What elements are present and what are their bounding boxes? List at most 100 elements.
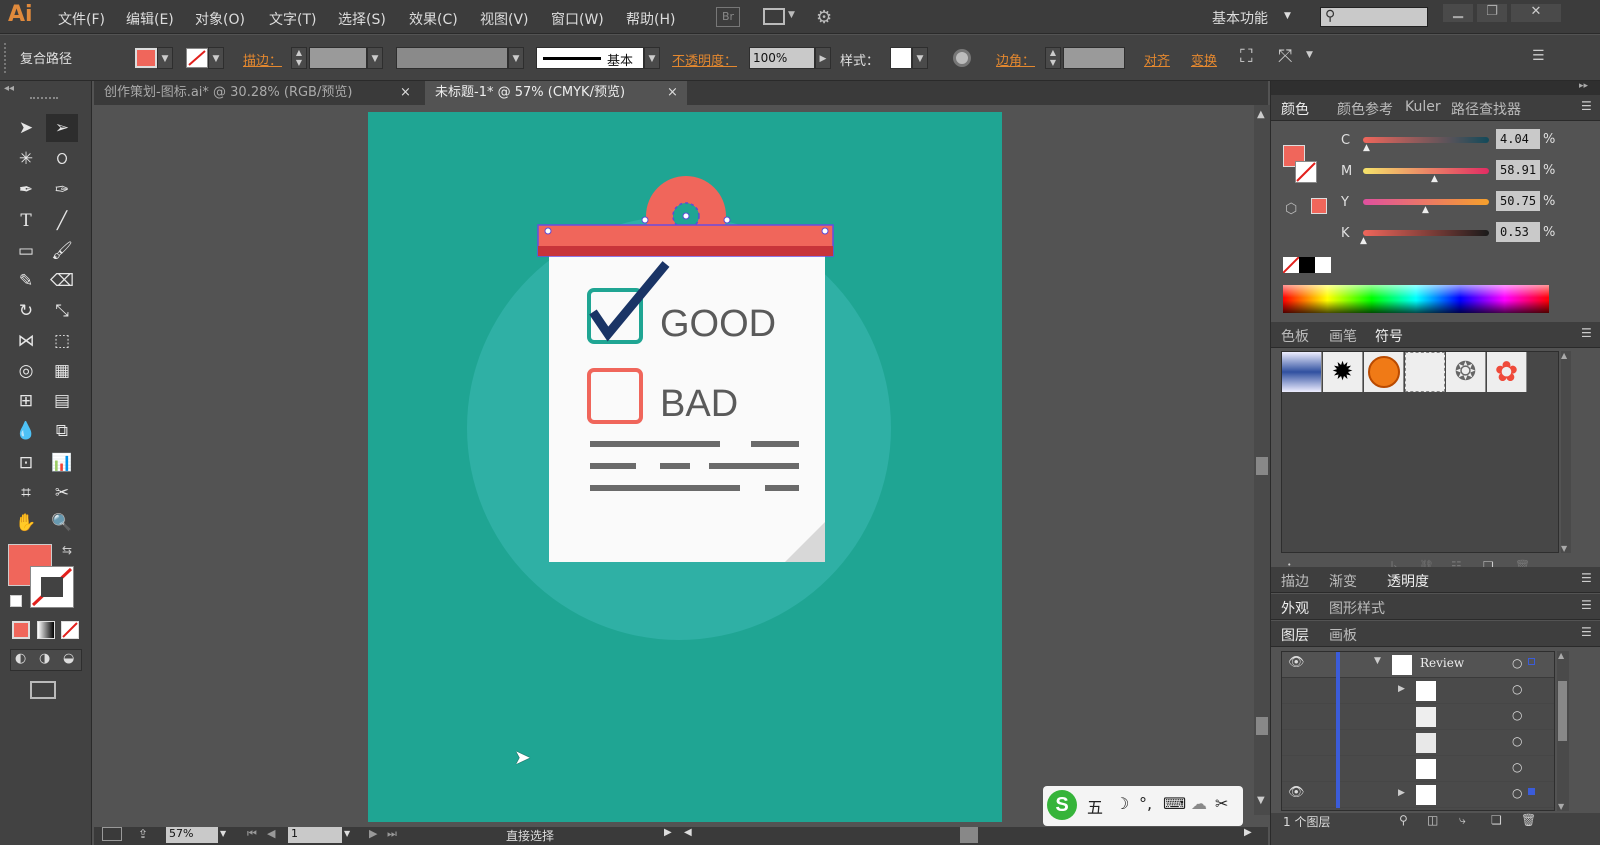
- expand-triangle-icon[interactable]: ▶: [1398, 684, 1405, 694]
- draw-normal-icon[interactable]: ◐: [15, 651, 26, 666]
- zoom-input[interactable]: 57%: [166, 827, 218, 843]
- tab-appearance[interactable]: 外观: [1281, 598, 1309, 618]
- tab-pathfinder[interactable]: 路径查找器: [1451, 99, 1521, 119]
- stroke-weight-input[interactable]: [309, 47, 367, 69]
- rotate-tool-icon[interactable]: ↻: [10, 297, 42, 325]
- eraser-tool-icon[interactable]: ⌫: [46, 267, 78, 295]
- target-circle-icon[interactable]: ○: [1512, 760, 1522, 774]
- symbol-ring[interactable]: ❂: [1446, 352, 1486, 392]
- slider-handle[interactable]: ▲: [1363, 143, 1370, 153]
- menu-select[interactable]: 选择(S): [338, 9, 386, 29]
- mesh-tool-icon[interactable]: ⊞: [10, 387, 42, 415]
- perspective-grid-tool-icon[interactable]: ▦: [46, 357, 78, 385]
- stroke-label[interactable]: 描边：: [243, 50, 282, 69]
- stroke-dropdown[interactable]: ▼: [208, 47, 224, 69]
- target-circle-icon[interactable]: ○: [1512, 708, 1522, 722]
- page-input[interactable]: 1: [288, 827, 342, 843]
- artwork-illustration[interactable]: GOOD BAD: [368, 112, 1002, 822]
- scroll-left-icon[interactable]: ◀: [684, 827, 692, 838]
- sublayer-row[interactable]: 👁 ▶ ○: [1282, 782, 1554, 808]
- scroll-right-icon[interactable]: ▶: [1244, 827, 1252, 838]
- workspace-switcher[interactable]: 基本功能: [1212, 8, 1268, 28]
- target-circle-icon[interactable]: ○: [1512, 734, 1522, 748]
- zoom-tool-icon[interactable]: 🔍: [46, 509, 78, 537]
- collapse-dock-icon[interactable]: ▸▸: [1579, 81, 1588, 91]
- visibility-eye-icon[interactable]: 👁: [1288, 655, 1305, 670]
- scroll-thumb-2[interactable]: [1256, 717, 1268, 735]
- channel-k-slider[interactable]: [1363, 230, 1489, 236]
- black-swatch[interactable]: [1299, 257, 1315, 273]
- curvature-tool-icon[interactable]: ✑: [46, 176, 78, 204]
- tab-layers[interactable]: 图层: [1281, 625, 1309, 645]
- bridge-button[interactable]: Br: [716, 7, 740, 27]
- slider-handle[interactable]: ▲: [1360, 236, 1367, 246]
- channel-k-value[interactable]: 0.53: [1496, 222, 1540, 242]
- punctuation-icon[interactable]: °,: [1139, 794, 1152, 813]
- magic-wand-tool-icon[interactable]: ✳: [10, 145, 42, 173]
- locate-object-icon[interactable]: ⚲: [1399, 813, 1408, 827]
- grip-handle[interactable]: [30, 97, 58, 101]
- pen-tool-icon[interactable]: ✒: [10, 176, 42, 204]
- align-link[interactable]: 对齐: [1144, 50, 1170, 69]
- type-tool-icon[interactable]: T: [10, 207, 42, 235]
- line-tool-icon[interactable]: ╱: [46, 207, 78, 235]
- panel-menu-icon[interactable]: ☰: [1581, 99, 1592, 113]
- expand-triangle-icon[interactable]: ▼: [1374, 656, 1381, 666]
- stroke-swatch[interactable]: [186, 48, 208, 68]
- pencil-tool-icon[interactable]: ✎: [10, 267, 42, 295]
- scroll-down-icon[interactable]: ▼: [1561, 544, 1567, 553]
- tab-graphic-styles[interactable]: 图形样式: [1329, 598, 1385, 618]
- channel-c-value[interactable]: 4.04: [1496, 129, 1540, 149]
- visibility-eye-icon[interactable]: 👁: [1288, 785, 1305, 800]
- panel-menu-icon[interactable]: ☰: [1532, 48, 1545, 64]
- close-tab-icon[interactable]: ×: [667, 81, 678, 105]
- eyedropper-tool-icon[interactable]: 💧: [10, 417, 42, 445]
- isolate-icon[interactable]: ⛶: [1240, 46, 1253, 67]
- sublayer-row[interactable]: ▶ ○: [1282, 678, 1554, 704]
- expand-triangle-icon[interactable]: ▶: [1398, 788, 1405, 798]
- select-similar-icon[interactable]: ⤧: [1278, 46, 1292, 67]
- scroll-up-icon[interactable]: ▲: [1257, 109, 1265, 120]
- tab-brushes[interactable]: 画笔: [1329, 326, 1357, 346]
- width-tool-icon[interactable]: ⋈: [10, 327, 42, 355]
- chevron-down-icon[interactable]: ▼: [344, 829, 350, 838]
- gpu-performance-icon[interactable]: ⚙: [816, 7, 832, 28]
- scroll-up-icon[interactable]: ▲: [1561, 351, 1567, 360]
- new-sublayer-icon[interactable]: ⤷: [1459, 813, 1466, 828]
- tab-swatches[interactable]: 色板: [1281, 326, 1309, 346]
- scroll-down-icon[interactable]: ▼: [1558, 802, 1564, 811]
- chevron-down-icon[interactable]: ▼: [1284, 11, 1291, 21]
- half-width-icon[interactable]: ☽: [1115, 794, 1129, 813]
- close-tab-icon[interactable]: ×: [400, 81, 411, 105]
- scroll-thumb[interactable]: [1558, 681, 1567, 741]
- sogou-logo-icon[interactable]: S: [1047, 790, 1077, 820]
- tab-symbols[interactable]: 符号: [1375, 326, 1403, 346]
- minimize-button[interactable]: ▁: [1443, 4, 1473, 22]
- sublayer-row[interactable]: ○: [1282, 704, 1554, 730]
- opacity-flyout[interactable]: ▶: [815, 47, 831, 69]
- symbol-blue-banner[interactable]: [1282, 352, 1322, 392]
- tools-icon[interactable]: ✂: [1215, 794, 1228, 813]
- share-icon[interactable]: ⇪: [138, 827, 148, 841]
- tab-gradient[interactable]: 渐变: [1329, 571, 1357, 591]
- sublayer-row[interactable]: ○: [1282, 756, 1554, 782]
- tab-color-guide[interactable]: 颜色参考: [1337, 99, 1393, 119]
- clipping-mask-icon[interactable]: ◫: [1427, 813, 1438, 827]
- gradient-mode-icon[interactable]: [37, 621, 55, 639]
- tab-document-1[interactable]: 创作策划-图标.ai* @ 30.28% (RGB/预览) ×: [94, 81, 424, 105]
- profile-dropdown[interactable]: ▼: [508, 47, 524, 69]
- chevron-down-icon[interactable]: ▼: [220, 829, 226, 838]
- shape-builder-tool-icon[interactable]: ◎: [10, 357, 42, 385]
- free-transform-tool-icon[interactable]: ⬚: [46, 327, 78, 355]
- recolor-artwork-icon[interactable]: [953, 49, 971, 67]
- channel-y-value[interactable]: 50.75: [1496, 191, 1540, 211]
- color-spectrum[interactable]: [1283, 285, 1549, 313]
- symbol-orange-button[interactable]: [1364, 352, 1404, 392]
- panel-menu-icon[interactable]: ☰: [1581, 571, 1592, 585]
- artboard-tool-icon[interactable]: ⌗: [10, 479, 42, 507]
- panel-menu-icon[interactable]: ☰: [1581, 625, 1592, 639]
- slider-handle[interactable]: ▲: [1422, 205, 1429, 215]
- delete-layer-icon[interactable]: 🗑: [1521, 813, 1536, 827]
- transform-link[interactable]: 变换: [1191, 50, 1217, 69]
- ime-toolbar[interactable]: S 五 ☽ °, ⌨ ☁ ✂: [1043, 786, 1243, 826]
